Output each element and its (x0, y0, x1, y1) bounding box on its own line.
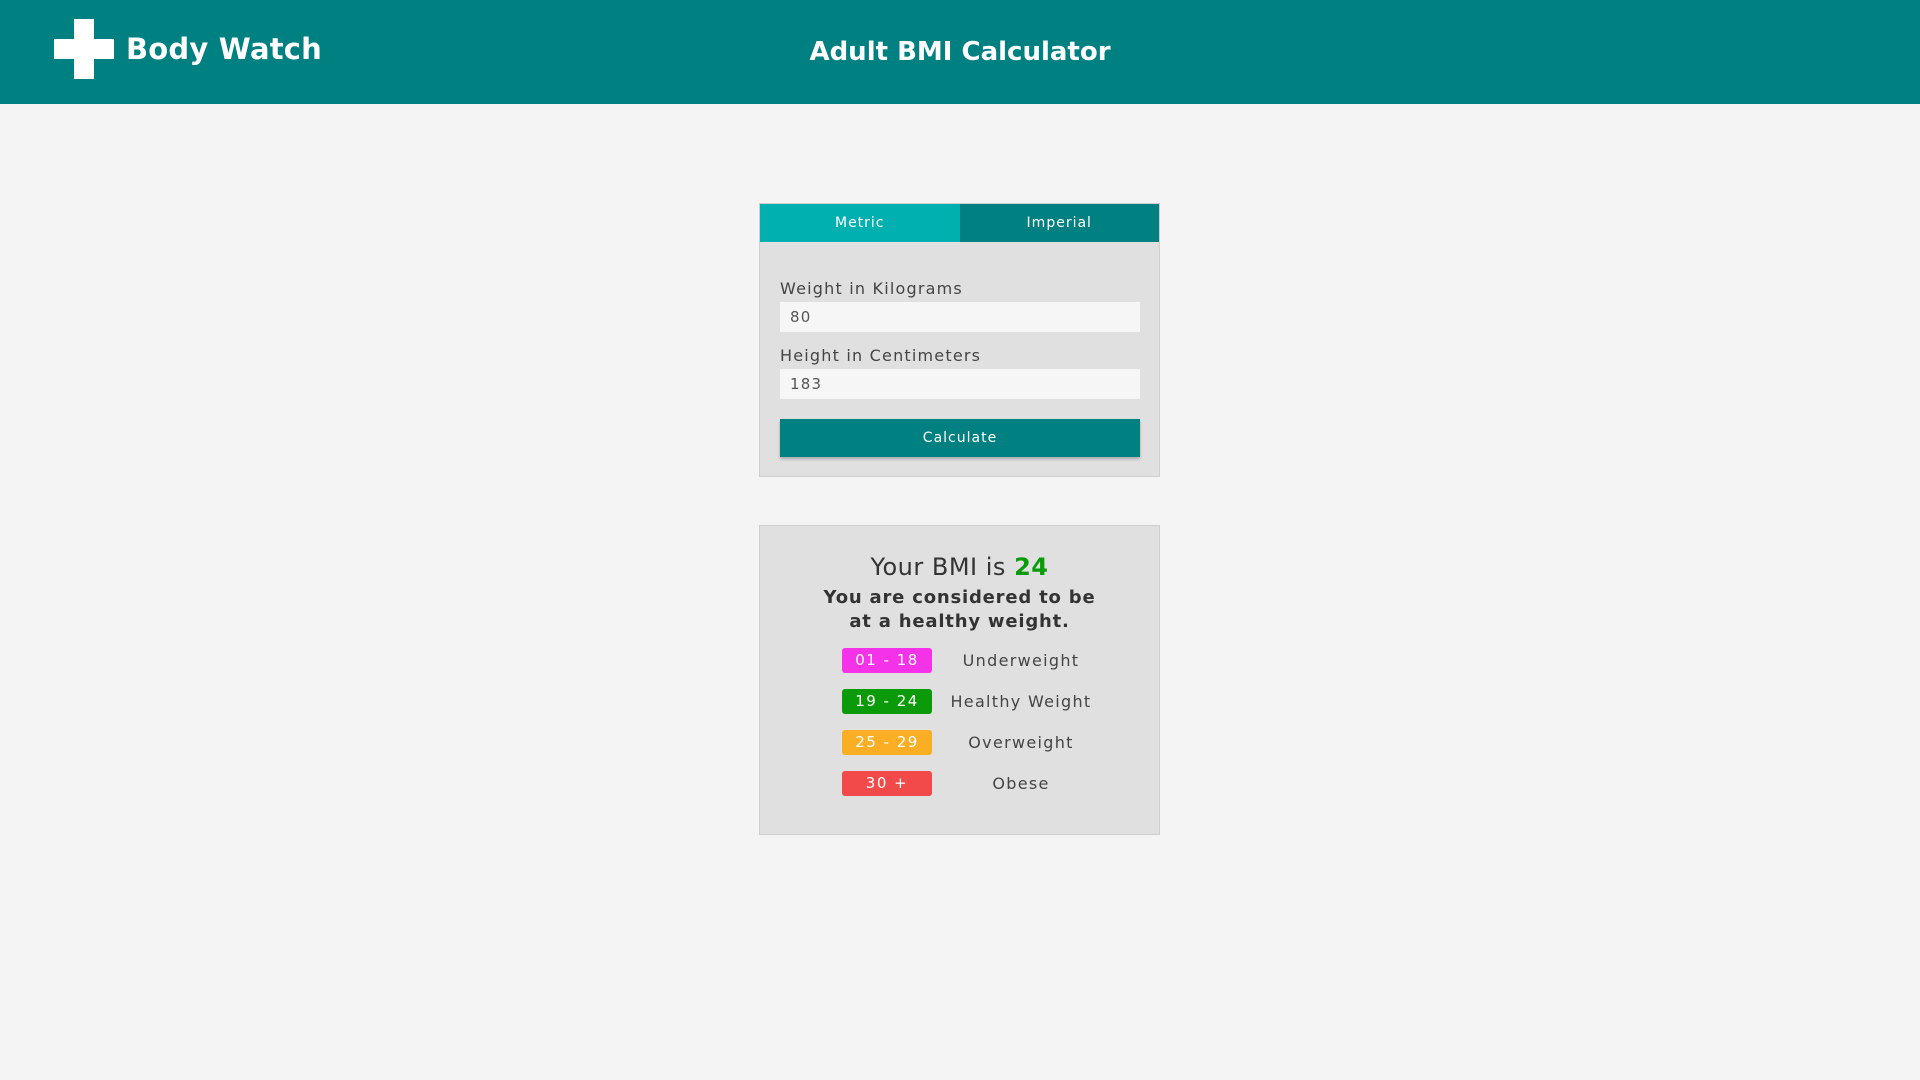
weight-input[interactable] (780, 302, 1140, 332)
height-input[interactable] (780, 369, 1140, 399)
bmi-result: Your BMI is 24 (760, 552, 1159, 582)
scale-row-healthy: 19 - 24 Healthy Weight (760, 689, 1159, 714)
bmi-prefix: Your BMI is (870, 553, 1015, 581)
range-badge: 19 - 24 (842, 689, 932, 714)
range-badge: 30 + (842, 771, 932, 796)
calculator-card: Metric Imperial Weight in Kilograms Heig… (759, 203, 1160, 477)
scale-row-obese: 30 + Obese (760, 771, 1159, 796)
bmi-scale: 01 - 18 Underweight 19 - 24 Healthy Weig… (760, 648, 1159, 796)
page-title: Adult BMI Calculator (0, 32, 1920, 72)
app-header: Body Watch Adult BMI Calculator (0, 0, 1920, 104)
bmi-value: 24 (1014, 553, 1049, 581)
scale-row-underweight: 01 - 18 Underweight (760, 648, 1159, 673)
weight-status-message: You are considered to be at a healthy we… (823, 587, 1096, 632)
range-badge: 25 - 29 (842, 730, 932, 755)
result-card: Your BMI is 24 You are considered to be … (759, 525, 1160, 835)
range-label: Underweight (962, 651, 1080, 670)
range-label: Overweight (968, 733, 1074, 752)
range-label: Obese (992, 774, 1050, 793)
range-badge: 01 - 18 (842, 648, 932, 673)
calculate-button[interactable]: Calculate (780, 419, 1140, 457)
page-title-text: Adult BMI Calculator (809, 37, 1111, 67)
height-label: Height in Centimeters (780, 346, 982, 365)
scale-row-overweight: 25 - 29 Overweight (760, 730, 1159, 755)
calculator-form: Weight in Kilograms Height in Centimeter… (760, 279, 1159, 457)
range-label: Healthy Weight (950, 692, 1092, 711)
weight-label: Weight in Kilograms (780, 279, 963, 298)
unit-tabs: Metric Imperial (760, 204, 1159, 242)
tab-imperial[interactable]: Imperial (959, 204, 1159, 242)
tab-metric[interactable]: Metric (760, 204, 960, 242)
